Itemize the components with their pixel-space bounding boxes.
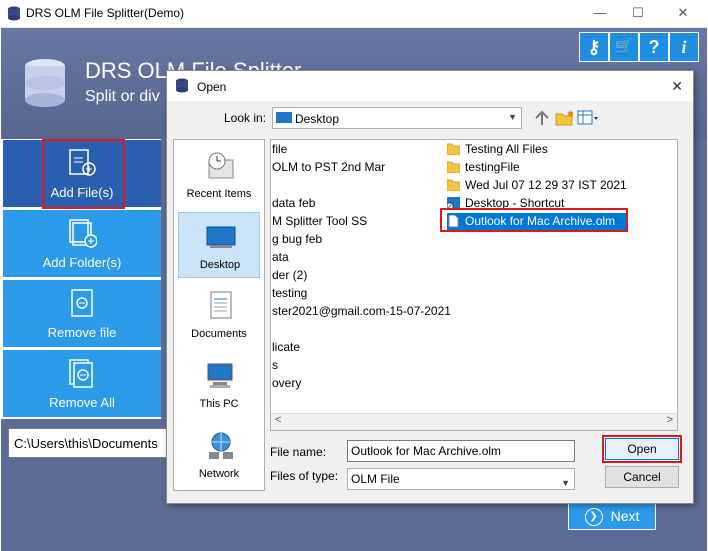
key-icon[interactable]: ⚷	[579, 32, 609, 62]
list-item[interactable]: licate	[272, 339, 300, 356]
list-item[interactable]: OLM to PST 2nd Mar	[272, 159, 385, 176]
place-documents[interactable]: Documents	[178, 282, 260, 348]
remove-all-label: Remove All	[49, 395, 115, 410]
list-item[interactable]: Testing All Files	[447, 141, 647, 158]
look-in-value: Desktop	[295, 112, 340, 126]
remove-all-button[interactable]: Remove All	[3, 350, 161, 417]
remove-file-button[interactable]: Remove file	[3, 280, 161, 347]
main-title-bar: DRS OLM File Splitter(Demo) — ☐ ✕	[0, 0, 708, 28]
list-item[interactable]: der (2)	[272, 267, 307, 284]
close-button[interactable]: ✕	[668, 4, 698, 22]
look-in-select[interactable]: Desktop ▼	[272, 107, 522, 129]
file-list: file OLM to PST 2nd Mar data feb M Split…	[270, 139, 678, 431]
up-folder-icon[interactable]	[533, 109, 551, 127]
list-item[interactable]: ata	[272, 249, 289, 266]
chevron-down-icon: ▼	[508, 112, 517, 122]
dialog-title-bar: Open ✕	[167, 71, 693, 101]
view-menu-icon[interactable]	[577, 109, 599, 127]
next-label: Next	[610, 508, 640, 524]
place-label: Recent Items	[186, 188, 252, 200]
list-item[interactable]: data feb	[272, 195, 315, 212]
file-name: testingFile	[465, 160, 520, 174]
desktop-small-icon	[276, 112, 292, 123]
folder-icon	[447, 143, 460, 155]
dialog-title: Open	[197, 80, 227, 94]
place-network[interactable]: Network	[178, 422, 260, 488]
minimize-button[interactable]: —	[585, 4, 615, 22]
selected-file-highlight	[440, 208, 628, 232]
add-folder-icon	[69, 219, 97, 248]
path-field[interactable]: C:\Users\this\Documents	[8, 428, 168, 458]
banner-subtitle: Split or div	[85, 88, 160, 105]
info-icon[interactable]: i	[669, 32, 699, 62]
scroll-right-icon[interactable]: >	[667, 414, 673, 426]
list-item[interactable]: ster2021@gmail.com-15-07-2021	[272, 303, 451, 320]
next-button[interactable]: ❯ Next	[568, 500, 656, 530]
list-item[interactable]: file	[272, 141, 287, 158]
place-label: This PC	[199, 398, 239, 410]
open-button-highlight	[602, 435, 682, 463]
file-name: Wed Jul 07 12 29 37 IST 2021	[465, 178, 627, 192]
svg-text:✱: ✱	[567, 109, 573, 119]
file-name-field[interactable]: Outlook for Mac Archive.olm	[347, 440, 575, 462]
dialog-close-button[interactable]: ✕	[671, 78, 683, 95]
this-pc-icon	[207, 363, 233, 388]
maximize-button[interactable]: ☐	[623, 4, 653, 22]
app-logo-icon	[176, 78, 188, 93]
remove-file-icon	[71, 289, 93, 317]
place-label: Network	[198, 468, 240, 480]
cart-icon[interactable]: 🛒	[609, 32, 639, 62]
folder-icon	[447, 161, 460, 173]
file-name-label: File name:	[270, 445, 327, 459]
app-database-icon	[25, 59, 65, 107]
files-of-type-value: OLM File	[351, 472, 400, 486]
list-item[interactable]: Wed Jul 07 12 29 37 IST 2021	[447, 177, 667, 194]
main-window-title: DRS OLM File Splitter(Demo)	[26, 6, 185, 20]
network-icon	[209, 432, 233, 459]
look-in-label: Look in:	[224, 111, 267, 125]
places-bar: Recent Items Desktop Documents This PC N…	[173, 139, 265, 491]
place-desktop[interactable]: Desktop	[178, 212, 260, 278]
place-label: Documents	[191, 328, 247, 340]
scroll-left-icon[interactable]: <	[275, 414, 281, 426]
list-item[interactable]: testing	[272, 285, 307, 302]
app-logo-icon	[8, 6, 20, 21]
documents-icon	[210, 291, 232, 319]
list-item[interactable]: testingFile	[447, 159, 647, 176]
open-dialog: Open ✕ Look in: Desktop ▼ ✱ Recent Items…	[166, 70, 694, 504]
place-label: Desktop	[199, 259, 241, 271]
files-of-type-select[interactable]: OLM File ▼	[347, 468, 575, 490]
file-name: Testing All Files	[465, 142, 548, 156]
add-folders-button[interactable]: Add Folder(s)	[3, 210, 161, 277]
list-item[interactable]: overy	[272, 375, 301, 392]
folder-icon	[447, 179, 460, 191]
place-this-pc[interactable]: This PC	[178, 352, 260, 418]
add-folders-label: Add Folder(s)	[42, 255, 122, 270]
recent-items-icon	[208, 152, 234, 179]
remove-all-icon	[69, 359, 93, 388]
desktop-icon	[206, 226, 236, 248]
help-icon[interactable]: ?	[639, 32, 669, 62]
place-recent-items[interactable]: Recent Items	[178, 142, 260, 208]
add-files-highlight	[42, 139, 125, 209]
list-item[interactable]: g bug feb	[272, 231, 322, 248]
next-arrow-icon: ❯	[584, 508, 603, 527]
list-item[interactable]: s	[272, 357, 278, 374]
new-folder-icon[interactable]: ✱	[555, 109, 573, 127]
chevron-down-icon: ▼	[561, 478, 570, 488]
cancel-button[interactable]: Cancel	[605, 466, 679, 488]
list-item[interactable]: M Splitter Tool SS	[272, 213, 367, 230]
remove-file-label: Remove file	[47, 325, 117, 340]
files-of-type-label: Files of type:	[270, 469, 339, 483]
horizontal-scrollbar[interactable]: < >	[271, 413, 677, 430]
